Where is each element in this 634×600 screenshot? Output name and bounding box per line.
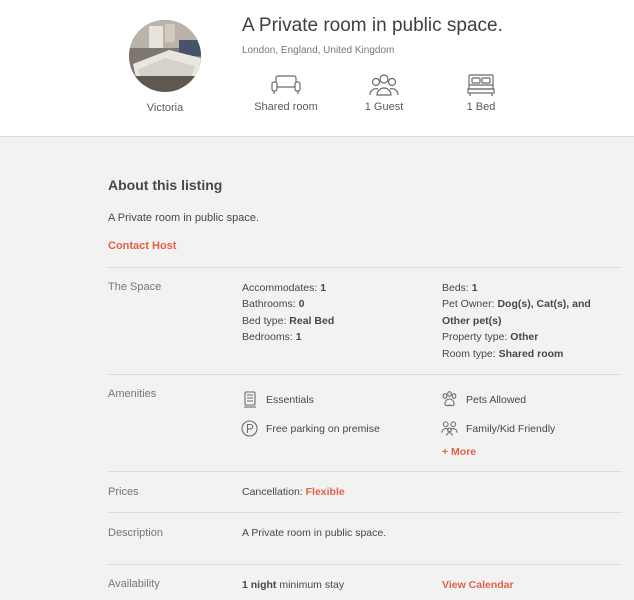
room-type-row: Room type: Shared room — [442, 348, 563, 360]
minimum-stay-nights: 1 night — [242, 579, 277, 591]
amenity-essentials-label: Essentials — [266, 393, 314, 406]
pet-owner-row: Pet Owner: Dog(s), Cat(s), and — [442, 298, 591, 310]
space-label: The Space — [108, 281, 162, 293]
room-type-row-value: Shared room — [498, 348, 564, 360]
guests-icon — [369, 74, 399, 96]
bed-icon — [467, 74, 495, 96]
guests-label: 1 Guest — [364, 101, 404, 113]
listing-header: Victoria A Private room in public space.… — [0, 0, 634, 137]
beds-row-value: 1 — [471, 282, 478, 294]
bathrooms-value: 0 — [298, 298, 305, 310]
listing-location: London, England, United Kingdom — [242, 45, 395, 56]
bed-type-label: Bed type: — [242, 315, 287, 327]
amenity-pets: Pets Allowed — [441, 391, 526, 408]
property-type-label: Property type: — [442, 331, 508, 343]
listing-title: A Private room in public space. — [242, 15, 503, 36]
accommodates-value: 1 — [320, 282, 327, 294]
room-type-label: Shared room — [254, 101, 318, 113]
essentials-icon — [241, 391, 258, 408]
cancellation-label: Cancellation: — [242, 486, 303, 498]
accommodates-label: Accommodates: — [242, 282, 318, 294]
room-type-stat: Shared room — [241, 73, 331, 113]
host-photo-icon — [129, 20, 201, 92]
divider — [108, 512, 622, 513]
pet-owner-row-continued: Other pet(s) — [442, 315, 502, 327]
beds-label: 1 Bed — [466, 101, 496, 113]
amenity-parking-label: Free parking on premise — [266, 422, 380, 435]
pet-owner-label: Pet Owner: — [442, 298, 495, 310]
family-icon — [441, 420, 458, 437]
bathrooms-row: Bathrooms: 0 — [242, 298, 304, 310]
about-summary: A Private room in public space. — [108, 212, 260, 224]
amenity-family-label: Family/Kid Friendly — [466, 422, 556, 435]
pet-owner-value-continued: Other pet(s) — [442, 315, 502, 327]
property-type-row: Property type: Other — [442, 331, 538, 343]
pets-icon — [441, 391, 458, 408]
cancellation-row: Cancellation: Flexible — [242, 486, 345, 498]
amenity-family: Family/Kid Friendly — [441, 420, 555, 437]
cancellation-policy-link[interactable]: Flexible — [306, 486, 345, 498]
beds-row-label: Beds: — [442, 282, 469, 294]
beds-row: Beds: 1 — [442, 282, 478, 294]
description-text: A Private room in public space. — [242, 527, 387, 539]
accommodates-row: Accommodates: 1 — [242, 282, 326, 294]
bathrooms-label: Bathrooms: — [242, 298, 296, 310]
description-label: Description — [108, 527, 164, 539]
bed-type-value: Real Bed — [289, 315, 335, 327]
minimum-stay-row: 1 night minimum stay — [242, 579, 344, 591]
parking-icon — [241, 420, 258, 437]
bedrooms-label: Bedrooms: — [242, 331, 293, 343]
contact-host-link[interactable]: Contact Host — [108, 240, 176, 252]
bedrooms-value: 1 — [295, 331, 302, 343]
sofa-icon — [271, 75, 301, 94]
about-heading: About this listing — [108, 177, 223, 193]
view-calendar-link[interactable]: View Calendar — [442, 579, 514, 591]
divider — [108, 374, 622, 375]
room-type-row-label: Room type: — [442, 348, 496, 360]
amenities-label: Amenities — [108, 388, 157, 400]
more-amenities-link[interactable]: + More — [442, 446, 476, 458]
amenity-pets-label: Pets Allowed — [466, 393, 527, 406]
guests-stat: 1 Guest — [339, 73, 429, 113]
bedrooms-row: Bedrooms: 1 — [242, 331, 302, 343]
availability-label: Availability — [108, 578, 160, 590]
divider — [108, 471, 622, 472]
prices-label: Prices — [108, 486, 139, 498]
amenity-parking: Free parking on premise — [241, 420, 380, 437]
property-type-value: Other — [510, 331, 539, 343]
pet-owner-value: Dog(s), Cat(s), and — [497, 298, 591, 310]
divider — [108, 267, 622, 268]
host-avatar[interactable] — [129, 20, 201, 92]
divider — [108, 564, 622, 565]
amenity-essentials: Essentials — [241, 391, 314, 408]
bed-type-row: Bed type: Real Bed — [242, 315, 334, 327]
host-name[interactable]: Victoria — [129, 102, 201, 114]
minimum-stay-suffix: minimum stay — [279, 579, 345, 591]
beds-stat: 1 Bed — [436, 73, 526, 113]
